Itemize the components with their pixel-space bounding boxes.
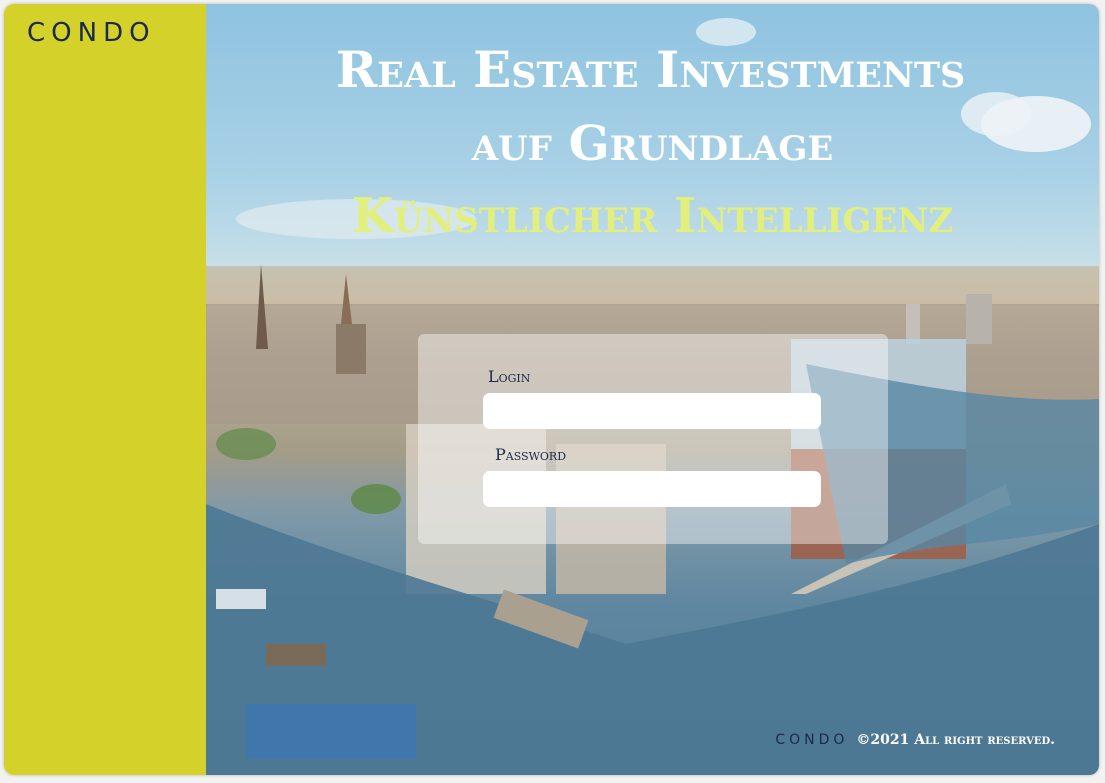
brand-logo: CONDO: [27, 18, 156, 48]
footer-brand-logo: CONDO: [775, 732, 849, 748]
copyright-text: ©2021 All right reserved.: [856, 732, 1055, 748]
hero-title-line-2: auf Grundlage: [471, 116, 834, 172]
sidebar: CONDO: [4, 4, 206, 775]
login-input[interactable]: [483, 393, 821, 429]
login-panel: Login Password: [418, 334, 888, 544]
hero-background: Real Estate Investments auf Grundlage Kü…: [206, 4, 1099, 775]
app-window: CONDO Real Estate Investments auf Grundl…: [4, 4, 1099, 775]
footer: CONDO ©2021 All right reserved.: [775, 732, 1055, 748]
hero-title-line-3: Künstlicher Intelligenz: [351, 188, 954, 244]
hero-title-line-1: Real Estate Investments: [335, 40, 966, 99]
login-label: Login: [488, 367, 531, 386]
password-input[interactable]: [483, 471, 821, 507]
password-label: Password: [495, 445, 567, 464]
